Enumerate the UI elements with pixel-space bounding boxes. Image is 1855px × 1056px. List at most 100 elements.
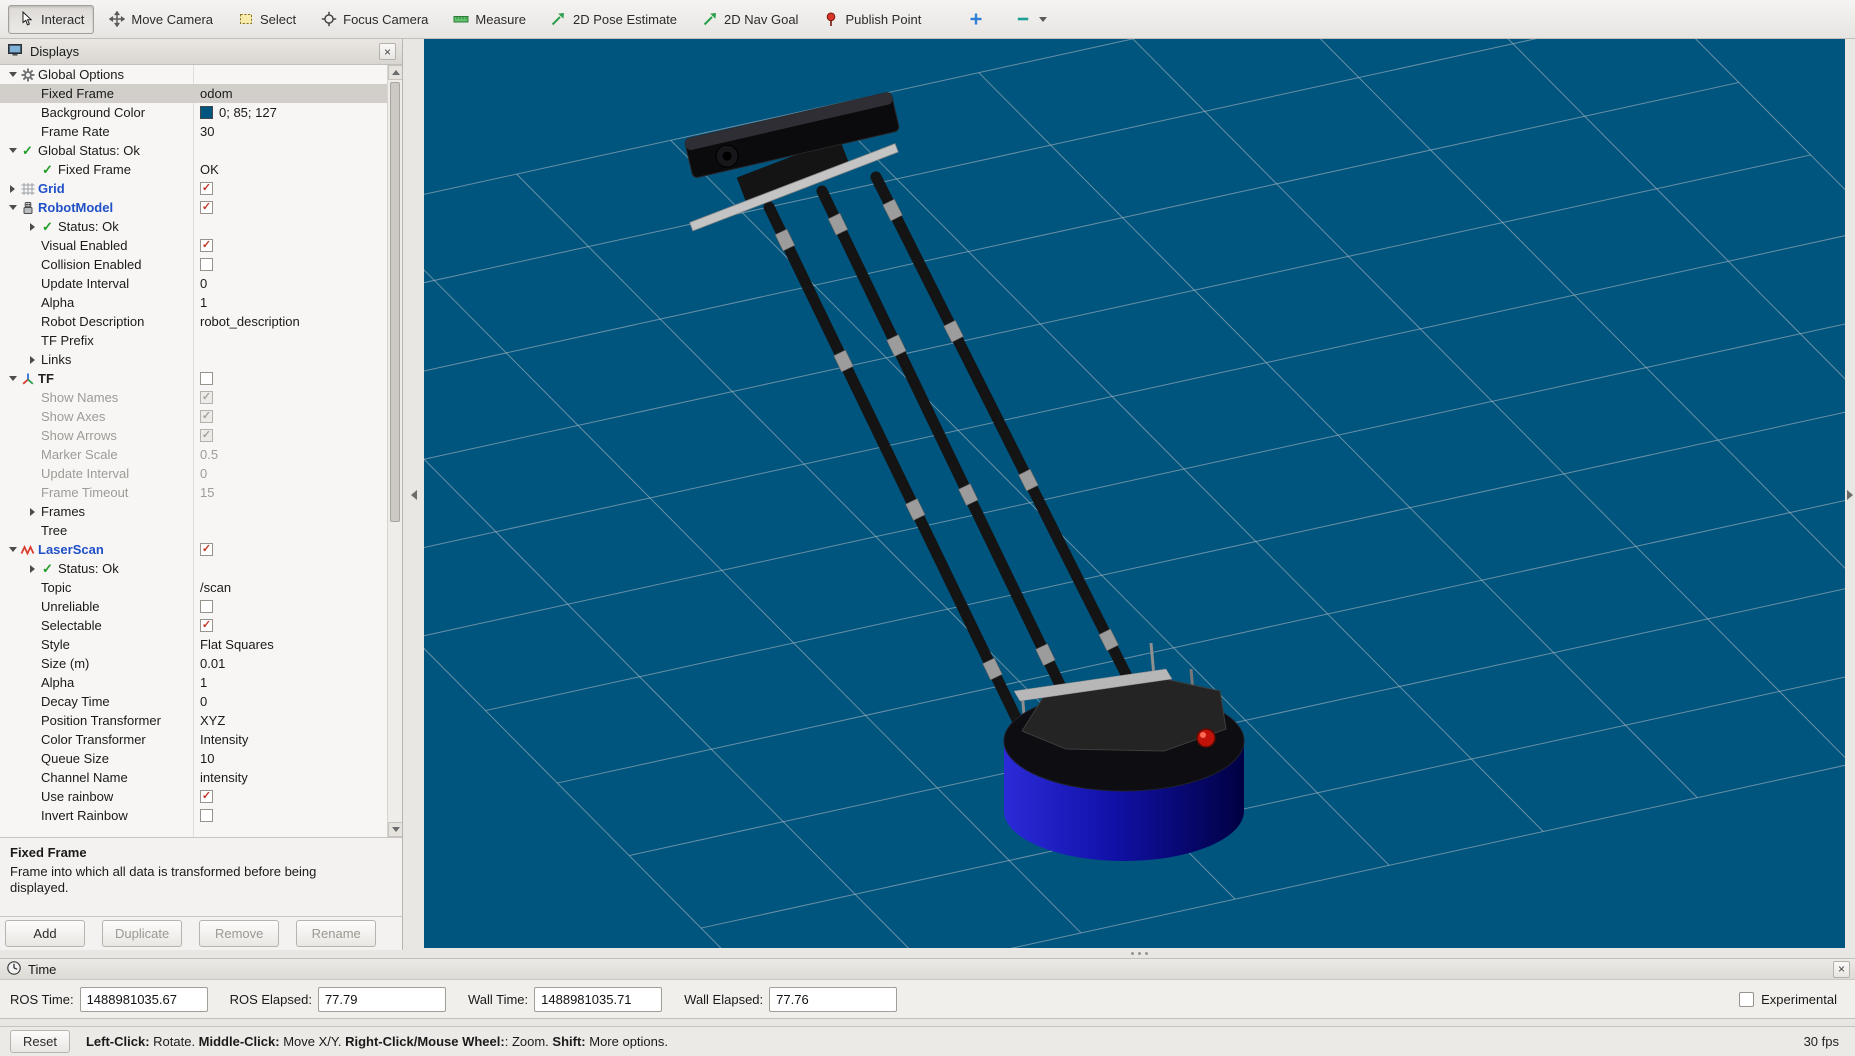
property-value[interactable]: Flat Squares xyxy=(200,637,274,652)
tree-row[interactable]: Show Axes ✓ xyxy=(0,407,387,426)
expander-open-icon[interactable] xyxy=(6,148,19,153)
checkbox-checked[interactable]: ✓ xyxy=(200,619,213,632)
checkbox-unchecked[interactable] xyxy=(200,258,213,271)
property-value[interactable]: 0 xyxy=(200,466,207,481)
expander-open-icon[interactable] xyxy=(6,376,19,381)
tree-row[interactable]: Alpha 1 xyxy=(0,293,387,312)
tree-row[interactable]: Fixed Frame odom xyxy=(0,84,387,103)
tree-row[interactable]: ✓ Status: Ok xyxy=(0,559,387,578)
tool-interact[interactable]: Interact xyxy=(8,4,95,34)
color-swatch[interactable] xyxy=(200,106,213,119)
scrollbar-thumb[interactable] xyxy=(390,82,400,522)
property-value[interactable]: 0.01 xyxy=(200,656,225,671)
tree-row[interactable]: Style Flat Squares xyxy=(0,635,387,654)
tool-2d-nav-goal[interactable]: 2D Nav Goal xyxy=(691,5,808,34)
tool-publish-point[interactable]: Publish Point xyxy=(812,5,931,34)
tree-row[interactable]: TF Prefix xyxy=(0,331,387,350)
right-splitter[interactable] xyxy=(1845,39,1855,950)
checkbox-checked[interactable]: ✓ xyxy=(200,790,213,803)
duplicate-button[interactable]: Duplicate xyxy=(102,920,183,947)
tree-row[interactable]: Robot Description robot_description xyxy=(0,312,387,331)
time-close-button[interactable]: × xyxy=(1833,960,1850,978)
tree-row[interactable]: Collision Enabled xyxy=(0,255,387,274)
expander-closed-icon[interactable] xyxy=(26,507,39,516)
add-button[interactable]: Add xyxy=(5,920,85,947)
tree-row[interactable]: Global Options xyxy=(0,65,387,84)
property-value[interactable]: odom xyxy=(200,86,233,101)
tree-row[interactable]: Grid ✓ xyxy=(0,179,387,198)
tree-row[interactable]: TF xyxy=(0,369,387,388)
tool-select[interactable]: Select xyxy=(227,5,306,34)
wall-time-input[interactable] xyxy=(534,986,663,1012)
tree-row[interactable]: ✓ Status: Ok xyxy=(0,217,387,236)
property-value[interactable]: 1 xyxy=(200,295,207,310)
property-value[interactable]: intensity xyxy=(200,770,248,785)
time-panel-titlebar[interactable]: Time × xyxy=(0,959,1855,980)
tree-row[interactable]: Marker Scale 0.5 xyxy=(0,445,387,464)
property-value[interactable]: 0.5 xyxy=(200,447,218,462)
dropdown-caret-icon[interactable] xyxy=(1039,16,1048,22)
3d-viewport[interactable] xyxy=(424,39,1845,948)
displays-panel-titlebar[interactable]: Displays × xyxy=(0,39,402,65)
property-value[interactable]: XYZ xyxy=(200,713,225,728)
checkbox-unchecked[interactable] xyxy=(200,372,213,385)
bottom-splitter[interactable] xyxy=(424,948,1855,958)
tree-row[interactable]: Tree xyxy=(0,521,387,540)
add-tool-button[interactable] xyxy=(957,5,994,34)
property-value[interactable]: 1 xyxy=(200,675,207,690)
tree-row[interactable]: LaserScan ✓ xyxy=(0,540,387,559)
checkbox-unchecked[interactable] xyxy=(200,600,213,613)
tree-row[interactable]: Color Transformer Intensity xyxy=(0,730,387,749)
tree-row[interactable]: Queue Size 10 xyxy=(0,749,387,768)
tree-row[interactable]: Invert Rainbow xyxy=(0,806,387,825)
3d-scene[interactable] xyxy=(424,39,1845,948)
expander-closed-icon[interactable] xyxy=(26,222,39,231)
tool-2d-pose-estimate[interactable]: 2D Pose Estimate xyxy=(540,5,687,34)
tree-row[interactable]: Use rainbow ✓ xyxy=(0,787,387,806)
rename-button[interactable]: Rename xyxy=(296,920,377,947)
property-value[interactable]: robot_description xyxy=(200,314,300,329)
tree-row[interactable]: Background Color 0; 85; 127 xyxy=(0,103,387,122)
tree-row[interactable]: Channel Name intensity xyxy=(0,768,387,787)
tool-move-camera[interactable]: Move Camera xyxy=(98,5,223,34)
expander-open-icon[interactable] xyxy=(6,205,19,210)
tree-row[interactable]: Show Arrows ✓ xyxy=(0,426,387,445)
checkbox-checked[interactable]: ✓ xyxy=(200,182,213,195)
checkbox-unchecked[interactable] xyxy=(200,809,213,822)
tree-row[interactable]: Size (m) 0.01 xyxy=(0,654,387,673)
tree-row[interactable]: ✓ Global Status: Ok xyxy=(0,141,387,160)
checkbox-checked[interactable]: ✓ xyxy=(200,410,213,423)
tree-row[interactable]: Update Interval 0 xyxy=(0,464,387,483)
property-value[interactable]: 10 xyxy=(200,751,214,766)
tree-row[interactable]: Selectable ✓ xyxy=(0,616,387,635)
ros-elapsed-input[interactable] xyxy=(317,986,446,1012)
tree-row[interactable]: Position Transformer XYZ xyxy=(0,711,387,730)
property-value[interactable]: 0 xyxy=(200,694,207,709)
property-value[interactable]: /scan xyxy=(200,580,231,595)
property-value[interactable]: OK xyxy=(200,162,219,177)
displays-close-button[interactable]: × xyxy=(379,43,396,60)
tree-row[interactable]: Unreliable xyxy=(0,597,387,616)
expander-open-icon[interactable] xyxy=(6,547,19,552)
checkbox-checked[interactable]: ✓ xyxy=(200,391,213,404)
scrollbar-up-button[interactable] xyxy=(388,65,402,80)
tree-scrollbar[interactable] xyxy=(387,65,402,837)
property-value[interactable]: 0 xyxy=(200,276,207,291)
expander-closed-icon[interactable] xyxy=(6,184,19,193)
tree-row[interactable]: RobotModel ✓ xyxy=(0,198,387,217)
scrollbar-down-button[interactable] xyxy=(388,822,402,837)
reset-button[interactable]: Reset xyxy=(10,1030,70,1053)
tree-row[interactable]: Update Interval 0 xyxy=(0,274,387,293)
tree-row[interactable]: Visual Enabled ✓ xyxy=(0,236,387,255)
property-value[interactable]: 0; 85; 127 xyxy=(219,105,277,120)
remove-tool-button[interactable] xyxy=(1004,5,1057,34)
tree-row[interactable]: Frames xyxy=(0,502,387,521)
left-splitter[interactable] xyxy=(403,39,424,950)
remove-button[interactable]: Remove xyxy=(199,920,280,947)
tree-row[interactable]: ✓ Fixed Frame OK xyxy=(0,160,387,179)
expander-closed-icon[interactable] xyxy=(26,355,39,364)
checkbox-checked[interactable]: ✓ xyxy=(200,429,213,442)
experimental-checkbox[interactable] xyxy=(1739,991,1755,1007)
tree-row[interactable]: Show Names ✓ xyxy=(0,388,387,407)
tree-row[interactable]: Decay Time 0 xyxy=(0,692,387,711)
